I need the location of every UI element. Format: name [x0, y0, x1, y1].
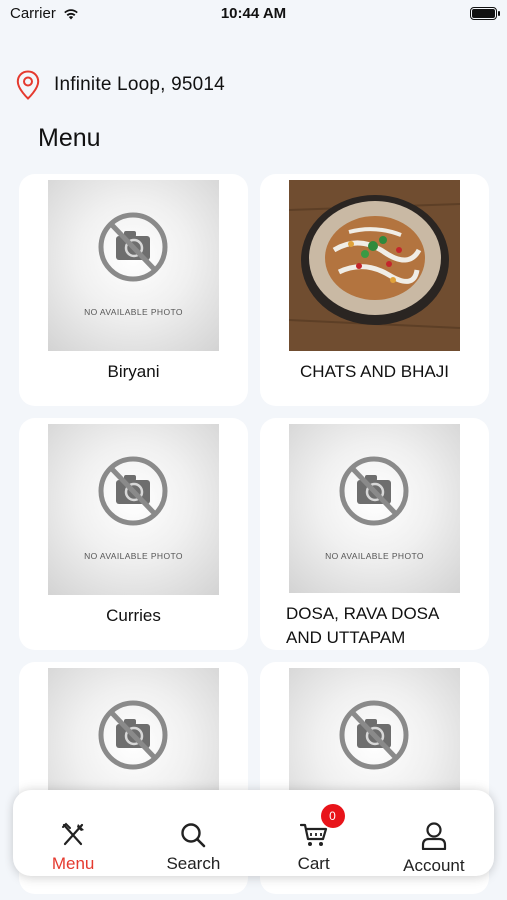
tab-menu-label: Menu: [51, 854, 95, 873]
tab-account[interactable]: Account: [374, 790, 494, 876]
menu-card-label: Biryani: [107, 362, 160, 381]
menu-card-label: CHATS AND BHAJI: [300, 362, 449, 381]
no-photo-text: NO AVAILABLE PHOTO: [84, 551, 183, 561]
tab-search-label: Search: [166, 854, 221, 873]
user-icon: [421, 822, 446, 850]
utensils-icon: [62, 822, 85, 846]
battery-icon: [470, 7, 500, 20]
no-photo-icon: [98, 456, 168, 526]
status-time: 10:44 AM: [220, 5, 287, 22]
location-pin-icon: [16, 70, 40, 100]
bottom-tab-bar: Menu Search 0 Cart Account: [13, 790, 494, 876]
no-photo-placeholder: NO AVAILABLE PHOTO: [48, 180, 219, 351]
tab-account-label: Account: [403, 856, 465, 875]
no-photo-text: NO AVAILABLE PHOTO: [84, 307, 183, 317]
tab-cart[interactable]: 0 Cart: [254, 790, 374, 876]
location-selector[interactable]: Infinite Loop, 95014: [16, 70, 225, 100]
page-title: Menu: [38, 124, 101, 152]
no-photo-placeholder: NO AVAILABLE PHOTO: [48, 424, 219, 595]
tab-cart-label: Cart: [297, 854, 330, 873]
cart-icon: [299, 823, 327, 846]
no-photo-placeholder: NO AVAILABLE PHOTO: [289, 424, 460, 593]
cart-count-badge: 0: [320, 804, 345, 828]
no-photo-icon: [339, 456, 409, 526]
status-bar: Carrier 10:44 AM: [0, 0, 507, 30]
food-bowl-image: [289, 180, 460, 351]
food-photo: [289, 180, 460, 351]
menu-card-label: Curries: [106, 606, 161, 625]
menu-grid: NO AVAILABLE PHOTO Biryani CHATS AND BHA…: [19, 174, 489, 894]
menu-card-dosa[interactable]: NO AVAILABLE PHOTO DOSA, RAVA DOSA AND U…: [260, 418, 489, 650]
battery-fill: [472, 9, 495, 18]
tab-menu[interactable]: Menu: [13, 790, 133, 876]
search-icon: [181, 823, 206, 848]
menu-card-curries[interactable]: NO AVAILABLE PHOTO Curries: [19, 418, 248, 650]
no-photo-icon: [98, 212, 168, 282]
no-photo-text: NO AVAILABLE PHOTO: [325, 551, 424, 561]
menu-card-chats-and-bhaji[interactable]: CHATS AND BHAJI: [260, 174, 489, 406]
menu-card-label: DOSA, RAVA DOSA AND UTTAPAM: [286, 604, 439, 647]
tab-search[interactable]: Search: [133, 790, 253, 876]
location-address: Infinite Loop, 95014: [54, 74, 225, 95]
menu-card-biryani[interactable]: NO AVAILABLE PHOTO Biryani: [19, 174, 248, 406]
